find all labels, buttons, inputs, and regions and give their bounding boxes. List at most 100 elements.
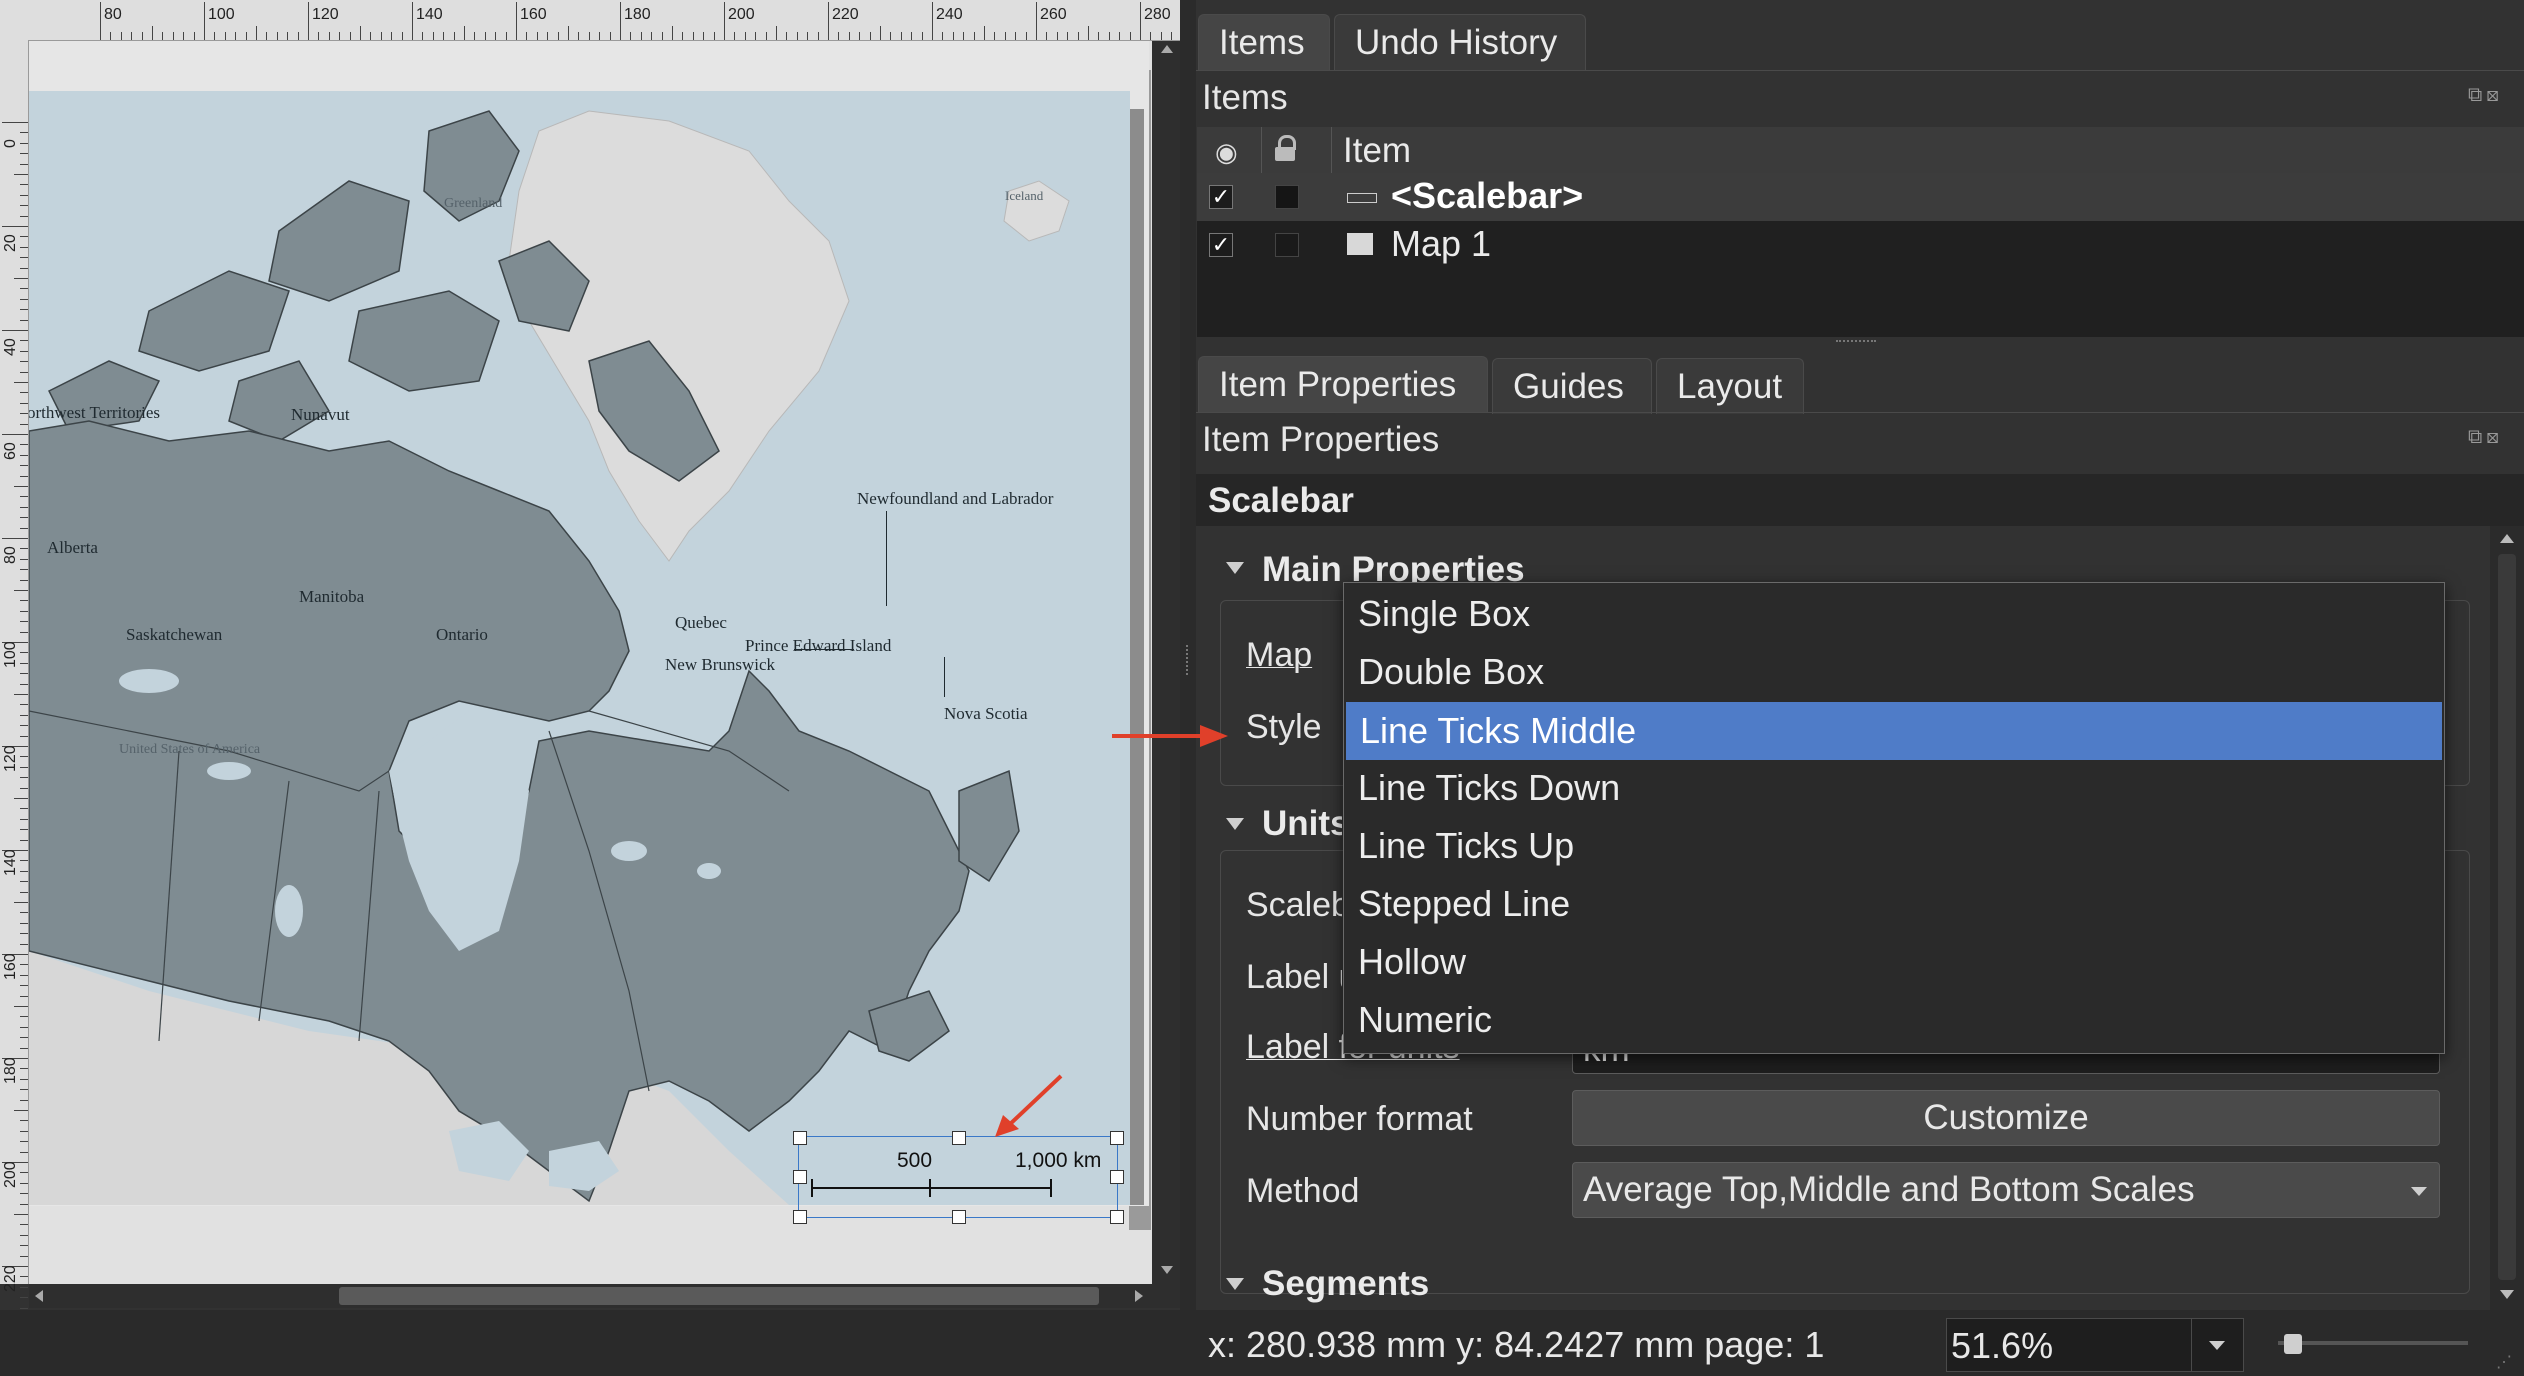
ruler-minor-tick: [20, 1297, 28, 1299]
item-row-map[interactable]: ✓ Map 1: [1197, 221, 2524, 269]
horizontal-ruler[interactable]: 80 100 120 140 160 180 200 220 240 260 280: [0, 0, 1235, 41]
zoom-slider-handle[interactable]: [2284, 1334, 2302, 1354]
resize-handle[interactable]: [1110, 1170, 1124, 1184]
scalebar-label-500: 500: [897, 1149, 933, 1172]
style-option-single-box[interactable]: Single Box: [1344, 585, 2444, 643]
ruler-minor-tick: [20, 1099, 28, 1101]
dock-buttons[interactable]: ⧉⊠: [2468, 84, 2503, 107]
collapse-triangle-icon[interactable]: [1226, 562, 1244, 574]
map-label-nwt: orthwest Territories: [29, 403, 161, 422]
visibility-eye-icon[interactable]: ◉: [1215, 137, 1238, 168]
style-option-line-ticks-middle[interactable]: Line Ticks Middle: [1346, 702, 2442, 760]
ruler-minor-tick: [14, 174, 28, 175]
tab-undo-history[interactable]: Undo History: [1334, 14, 1586, 70]
zoom-value[interactable]: 51.6%: [1951, 1325, 2053, 1367]
visibility-checkbox[interactable]: ✓: [1209, 233, 1233, 257]
ruler-minor-tick: [20, 1307, 28, 1309]
segments-header[interactable]: Segments: [1262, 1264, 1429, 1304]
scroll-left-icon[interactable]: [35, 1290, 43, 1302]
customize-button[interactable]: Customize: [1572, 1090, 2440, 1146]
size-grip-icon[interactable]: ⋰: [2496, 1352, 2512, 1372]
ruler-minor-tick: [20, 1068, 28, 1070]
properties-vertical-scrollbar[interactable]: [2490, 526, 2524, 1310]
resize-handle[interactable]: [793, 1210, 807, 1224]
method-select[interactable]: Average Top,Middle and Bottom Scales: [1572, 1162, 2440, 1218]
lock-checkbox[interactable]: [1275, 185, 1299, 209]
ruler-minor-tick: [1119, 32, 1121, 40]
lock-checkbox[interactable]: [1275, 233, 1299, 257]
ruler-label: 100: [2, 641, 19, 668]
close-panel-icon[interactable]: ⊠: [2486, 84, 2503, 106]
ruler-minor-tick: [20, 912, 28, 914]
style-option-stepped-line[interactable]: Stepped Line: [1344, 875, 2444, 933]
ruler-minor-tick: [20, 1089, 28, 1091]
tab-item-properties[interactable]: Item Properties: [1198, 356, 1488, 412]
units-header[interactable]: Units: [1262, 804, 1342, 844]
scrollbar-thumb[interactable]: [339, 1287, 1099, 1305]
resize-handle[interactable]: [793, 1170, 807, 1184]
item-label[interactable]: <Scalebar>: [1391, 175, 1583, 217]
ruler-minor-tick: [1077, 32, 1079, 40]
ruler-label: 140: [2, 849, 19, 876]
ruler-minor-tick: [1025, 32, 1027, 40]
map-item[interactable]: Greenland Iceland orthwest Territories N…: [29, 91, 1130, 1205]
scroll-right-icon[interactable]: [1135, 1290, 1143, 1302]
style-option-hollow[interactable]: Hollow: [1344, 933, 2444, 991]
scroll-down-icon[interactable]: [2500, 1290, 2514, 1299]
ruler-minor-tick: [214, 32, 216, 40]
close-panel-icon[interactable]: ⊠: [2486, 426, 2503, 448]
zoom-combobox[interactable]: 51.6%: [1946, 1318, 2244, 1372]
ruler-minor-tick: [20, 569, 28, 571]
item-label[interactable]: Map 1: [1391, 223, 1491, 265]
style-option-numeric[interactable]: Numeric: [1344, 991, 2444, 1049]
float-panel-icon[interactable]: ⧉: [2468, 84, 2486, 106]
dock-buttons[interactable]: ⧉⊠: [2468, 426, 2503, 449]
ruler-minor-tick: [1088, 26, 1089, 40]
column-header-item[interactable]: Item: [1343, 131, 1411, 171]
resize-handle[interactable]: [1110, 1210, 1124, 1224]
ruler-label: 40: [2, 338, 19, 356]
chevron-down-icon[interactable]: [2209, 1341, 2225, 1350]
ruler-tick: [2, 122, 28, 123]
ruler-label: 120: [2, 745, 19, 772]
layout-page[interactable]: Greenland Iceland orthwest Territories N…: [29, 41, 1149, 1224]
collapse-triangle-icon[interactable]: [1226, 1278, 1244, 1290]
scrollbar-thumb[interactable]: [2498, 554, 2516, 1280]
style-option-line-ticks-up[interactable]: Line Ticks Up: [1344, 817, 2444, 875]
tab-items[interactable]: Items: [1198, 14, 1330, 70]
ruler-minor-tick: [859, 32, 861, 40]
zoom-slider[interactable]: [2278, 1341, 2468, 1345]
resize-handle[interactable]: [793, 1131, 807, 1145]
panel-resize-grip-icon[interactable]: [1836, 340, 1876, 346]
style-dropdown-list[interactable]: Single Box Double Box Line Ticks Middle …: [1343, 582, 2445, 1054]
visibility-checkbox[interactable]: ✓: [1209, 185, 1233, 209]
ruler-minor-tick: [20, 1276, 28, 1278]
style-option-double-box[interactable]: Double Box: [1344, 643, 2444, 701]
lock-icon[interactable]: [1275, 135, 1296, 161]
scroll-up-icon[interactable]: [2500, 534, 2514, 543]
ruler-tick: [828, 2, 829, 40]
canvas-horizontal-scrollbar[interactable]: [29, 1284, 1180, 1308]
resize-handle[interactable]: [952, 1131, 966, 1145]
map-label-saskatchewan: Saskatchewan: [126, 625, 223, 644]
canvas-vertical-scrollbar[interactable]: [1152, 41, 1180, 1284]
collapse-triangle-icon[interactable]: [1226, 818, 1244, 830]
map-item-icon: [1347, 233, 1373, 255]
item-row-scalebar[interactable]: ✓ <Scalebar>: [1197, 173, 2524, 221]
tab-guides[interactable]: Guides: [1492, 358, 1652, 414]
ruler-minor-tick: [20, 860, 28, 862]
scalebar-item[interactable]: 500 1,000 km: [793, 1131, 1124, 1224]
ruler-minor-tick: [20, 808, 28, 810]
ruler-label: 120: [312, 6, 339, 23]
vertical-ruler[interactable]: 0 20 40 60 80 100 120 140 160 180 200 220: [0, 40, 29, 1361]
ruler-minor-tick: [20, 413, 28, 415]
style-option-line-ticks-down[interactable]: Line Ticks Down: [1344, 759, 2444, 817]
scroll-down-icon[interactable]: [1161, 1266, 1173, 1274]
scroll-up-icon[interactable]: [1161, 45, 1173, 53]
float-panel-icon[interactable]: ⧉: [2468, 426, 2486, 448]
panel-splitter[interactable]: [1180, 0, 1196, 1310]
resize-handle[interactable]: [952, 1210, 966, 1224]
ruler-tick: [308, 2, 309, 40]
resize-handle[interactable]: [1110, 1131, 1124, 1145]
tab-layout[interactable]: Layout: [1656, 358, 1804, 414]
